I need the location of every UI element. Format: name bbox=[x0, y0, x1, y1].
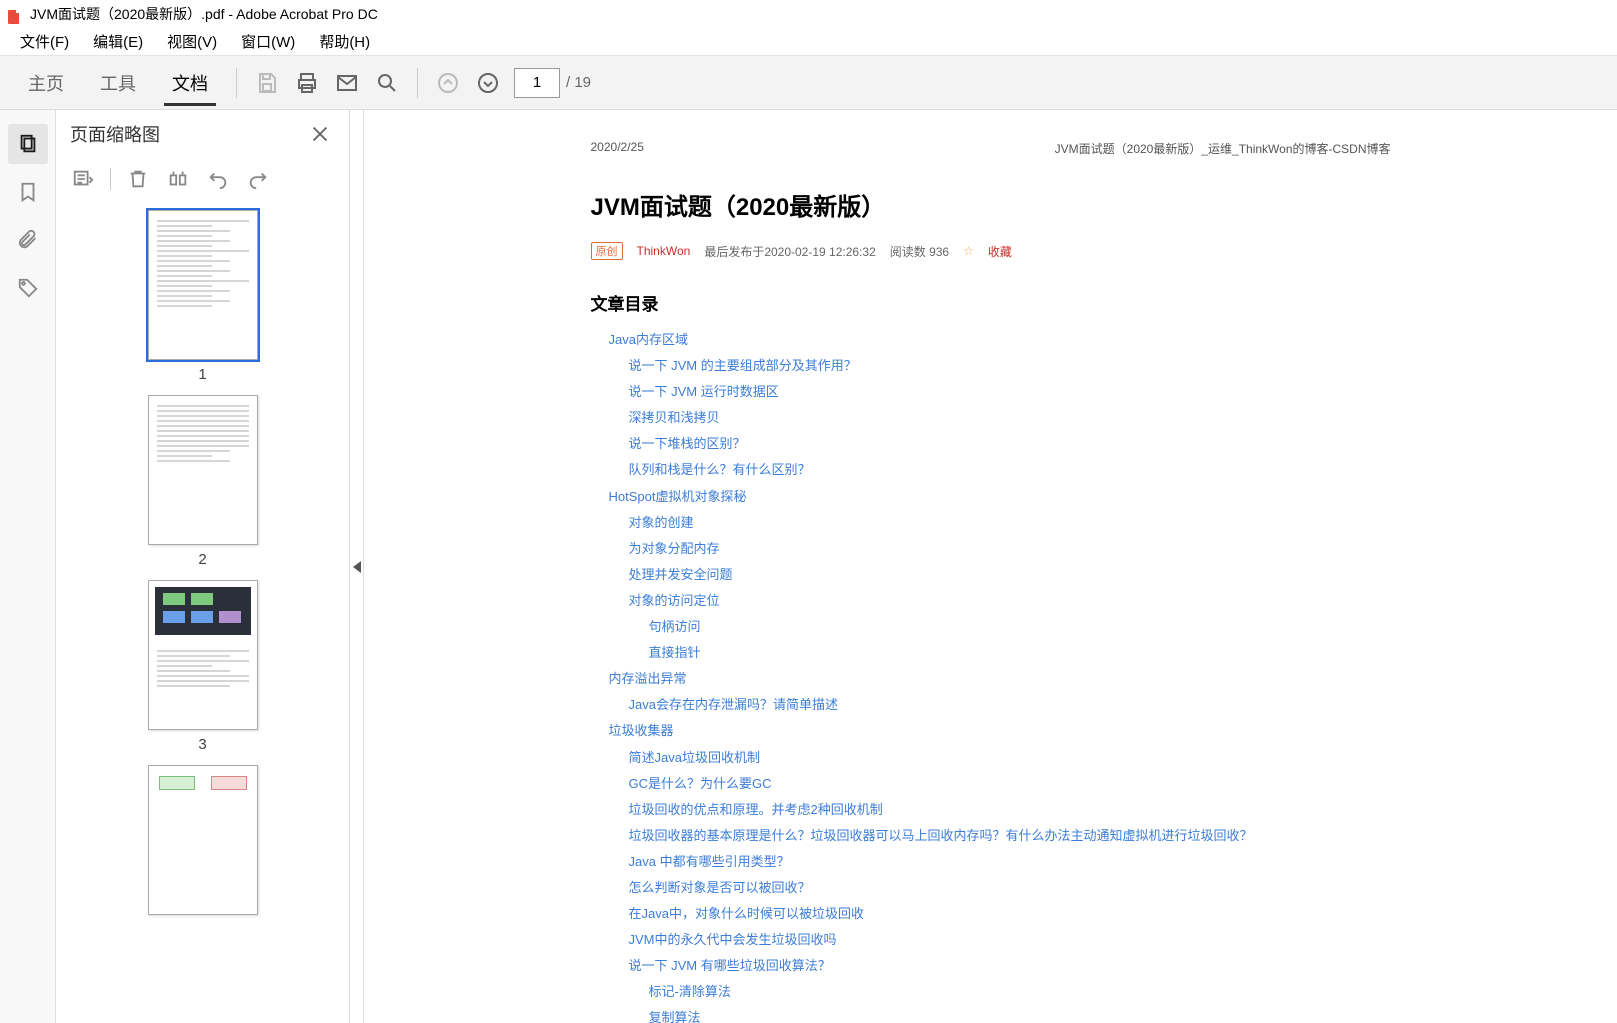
menu-file[interactable]: 文件(F) bbox=[8, 27, 81, 56]
publish-date: 最后发布于2020-02-19 12:26:32 bbox=[704, 243, 875, 260]
favorite-label: 收藏 bbox=[988, 243, 1012, 260]
toc-link[interactable]: 在Java中，对象什么时候可以被垃圾回收 bbox=[629, 906, 864, 921]
page-total: / 19 bbox=[566, 74, 591, 91]
rotate-page-button[interactable] bbox=[161, 162, 195, 196]
pdf-page: 2020/2/25 JVM面试题（2020最新版）_运维_ThinkWon的博客… bbox=[531, 120, 1451, 1023]
sidebar-separator bbox=[110, 168, 111, 190]
thumbnail-page-1[interactable]: 1 bbox=[56, 210, 349, 383]
toc-heading: 文章目录 bbox=[591, 290, 1391, 315]
toc-link[interactable]: 深拷贝和浅拷贝 bbox=[629, 410, 720, 425]
toolbar-separator bbox=[417, 68, 418, 98]
print-button[interactable] bbox=[289, 65, 325, 101]
table-of-contents: Java内存区域说一下 JVM 的主要组成部分及其作用？ 说一下 JVM 运行时数… bbox=[591, 329, 1391, 1023]
navigation-rail bbox=[0, 110, 56, 1023]
read-count: 阅读数 936 bbox=[890, 243, 949, 260]
menu-window[interactable]: 窗口(W) bbox=[229, 27, 307, 56]
thumbnail-page-2[interactable]: 2 bbox=[56, 395, 349, 568]
redo-button[interactable] bbox=[241, 162, 275, 196]
page-up-button[interactable] bbox=[430, 65, 466, 101]
thumbnail-page-4[interactable] bbox=[56, 765, 349, 915]
tags-panel-button[interactable] bbox=[8, 268, 48, 308]
thumbnail-number: 2 bbox=[198, 551, 206, 568]
toc-link[interactable]: GC是什么？为什么要GC bbox=[629, 776, 772, 791]
attachments-panel-button[interactable] bbox=[8, 220, 48, 260]
toc-link[interactable]: 垃圾回收的优点和原理。并考虑2种回收机制 bbox=[629, 802, 883, 817]
toc-link[interactable]: 简述Java垃圾回收机制 bbox=[629, 750, 760, 765]
close-sidebar-button[interactable] bbox=[305, 119, 335, 149]
acrobat-icon bbox=[6, 6, 22, 22]
bookmarks-panel-button[interactable] bbox=[8, 172, 48, 212]
save-button[interactable] bbox=[249, 65, 285, 101]
delete-page-button[interactable] bbox=[121, 162, 155, 196]
toc-link[interactable]: 说一下 JVM 的主要组成部分及其作用？ bbox=[629, 358, 857, 373]
toc-link[interactable]: Java内存区域 bbox=[609, 332, 688, 347]
toc-link[interactable]: 标记-清除算法 bbox=[649, 984, 731, 999]
document-byline: 原创 ThinkWon 最后发布于2020-02-19 12:26:32 阅读数… bbox=[591, 242, 1391, 260]
toolbar: 主页 工具 文档 / 19 bbox=[0, 56, 1617, 110]
toolbar-separator bbox=[236, 68, 237, 98]
toc-link[interactable]: 对象的访问定位 bbox=[629, 593, 720, 608]
menu-help[interactable]: 帮助(H) bbox=[307, 27, 382, 56]
window-title: JVM面试题（2020最新版）.pdf - Adobe Acrobat Pro … bbox=[30, 4, 378, 24]
toc-link[interactable]: 处理并发安全问题 bbox=[629, 567, 733, 582]
star-icon: ☆ bbox=[963, 244, 974, 258]
toc-link[interactable]: 说一下 JVM 运行时数据区 bbox=[629, 384, 779, 399]
page-down-button[interactable] bbox=[470, 65, 506, 101]
toc-link[interactable]: JVM中的永久代中会发生垃圾回收吗 bbox=[629, 932, 837, 947]
thumbnail-number: 1 bbox=[198, 366, 206, 383]
document-view[interactable]: 2020/2/25 JVM面试题（2020最新版）_运维_ThinkWon的博客… bbox=[364, 110, 1617, 1023]
page-header-source: JVM面试题（2020最新版）_运维_ThinkWon的博客-CSDN博客 bbox=[1055, 140, 1391, 157]
tab-document[interactable]: 文档 bbox=[154, 56, 226, 110]
menu-edit[interactable]: 编辑(E) bbox=[81, 27, 155, 56]
original-tag: 原创 bbox=[591, 242, 623, 260]
toc-link[interactable]: 对象的创建 bbox=[629, 515, 694, 530]
menu-bar: 文件(F) 编辑(E) 视图(V) 窗口(W) 帮助(H) bbox=[0, 28, 1617, 56]
toc-link[interactable]: 为对象分配内存 bbox=[629, 541, 720, 556]
thumbnails-list[interactable]: 1 2 bbox=[56, 200, 349, 1023]
thumbnail-options-button[interactable] bbox=[66, 162, 100, 196]
document-title: JVM面试题（2020最新版） bbox=[591, 187, 1391, 222]
thumbnail-number: 3 bbox=[198, 736, 206, 753]
toc-link[interactable]: 垃圾收集器 bbox=[609, 723, 674, 738]
toc-link[interactable]: 队列和栈是什么？有什么区别？ bbox=[629, 462, 811, 477]
toc-link[interactable]: 内存溢出异常 bbox=[609, 671, 687, 686]
toc-link[interactable]: Java会存在内存泄漏吗？请简单描述 bbox=[629, 697, 838, 712]
collapse-sidebar-handle[interactable] bbox=[350, 110, 364, 1023]
toc-link[interactable]: 说一下堆栈的区别？ bbox=[629, 436, 746, 451]
toc-link[interactable]: 句柄访问 bbox=[649, 619, 701, 634]
email-button[interactable] bbox=[329, 65, 365, 101]
tab-home[interactable]: 主页 bbox=[10, 56, 82, 110]
toc-link[interactable]: 垃圾回收器的基本原理是什么？垃圾回收器可以马上回收内存吗？有什么办法主动通知虚拟… bbox=[629, 828, 1253, 843]
toc-link[interactable]: 直接指针 bbox=[649, 645, 701, 660]
search-button[interactable] bbox=[369, 65, 405, 101]
toc-link[interactable]: 说一下 JVM 有哪些垃圾回收算法？ bbox=[629, 958, 831, 973]
undo-button[interactable] bbox=[201, 162, 235, 196]
toc-link[interactable]: Java 中都有哪些引用类型？ bbox=[629, 854, 790, 869]
page-header-date: 2020/2/25 bbox=[591, 140, 644, 157]
title-bar: JVM面试题（2020最新版）.pdf - Adobe Acrobat Pro … bbox=[0, 0, 1617, 28]
tab-tools[interactable]: 工具 bbox=[82, 56, 154, 110]
thumbnails-sidebar: 页面缩略图 bbox=[56, 110, 350, 1023]
page-number-input[interactable] bbox=[514, 68, 560, 98]
thumbnail-page-3[interactable]: 3 bbox=[56, 580, 349, 753]
toc-link[interactable]: 怎么判断对象是否可以被回收？ bbox=[629, 880, 811, 895]
toc-link[interactable]: 复制算法 bbox=[649, 1010, 701, 1023]
chevron-left-icon bbox=[353, 561, 361, 573]
author-name: ThinkWon bbox=[637, 244, 691, 258]
toc-link[interactable]: HotSpot虚拟机对象探秘 bbox=[609, 489, 747, 504]
sidebar-title: 页面缩略图 bbox=[70, 121, 305, 147]
thumbnails-panel-button[interactable] bbox=[8, 124, 48, 164]
menu-view[interactable]: 视图(V) bbox=[155, 27, 229, 56]
